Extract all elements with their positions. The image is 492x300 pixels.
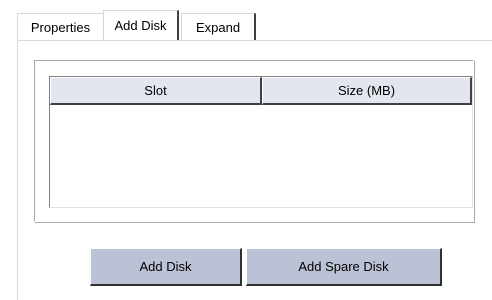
add-disk-button-label: Add Disk	[139, 259, 192, 274]
column-header-size[interactable]: Size (MB)	[262, 77, 472, 105]
add-disk-window: { "tabs": { "properties": "Properties", …	[0, 0, 492, 300]
tab-add-disk[interactable]: Add Disk	[103, 10, 179, 40]
add-spare-disk-button-label: Add Spare Disk	[298, 259, 389, 274]
table-body	[50, 105, 472, 207]
tab-expand-label: Expand	[195, 20, 241, 35]
disk-list-group: Slot Size (MB)	[34, 60, 474, 222]
table-header: Slot Size (MB)	[50, 77, 472, 105]
tab-expand[interactable]: Expand	[181, 13, 256, 41]
tab-properties-label: Properties	[30, 20, 91, 35]
add-spare-disk-button[interactable]: Add Spare Disk	[246, 248, 442, 286]
column-header-slot[interactable]: Slot	[50, 77, 262, 105]
tab-panel-add-disk: Slot Size (MB) Add Disk Add Spare Disk	[17, 40, 492, 300]
disk-table[interactable]: Slot Size (MB)	[49, 76, 473, 208]
tab-properties[interactable]: Properties	[17, 13, 103, 41]
tab-add-disk-label: Add Disk	[114, 18, 167, 33]
add-disk-button[interactable]: Add Disk	[90, 248, 242, 286]
